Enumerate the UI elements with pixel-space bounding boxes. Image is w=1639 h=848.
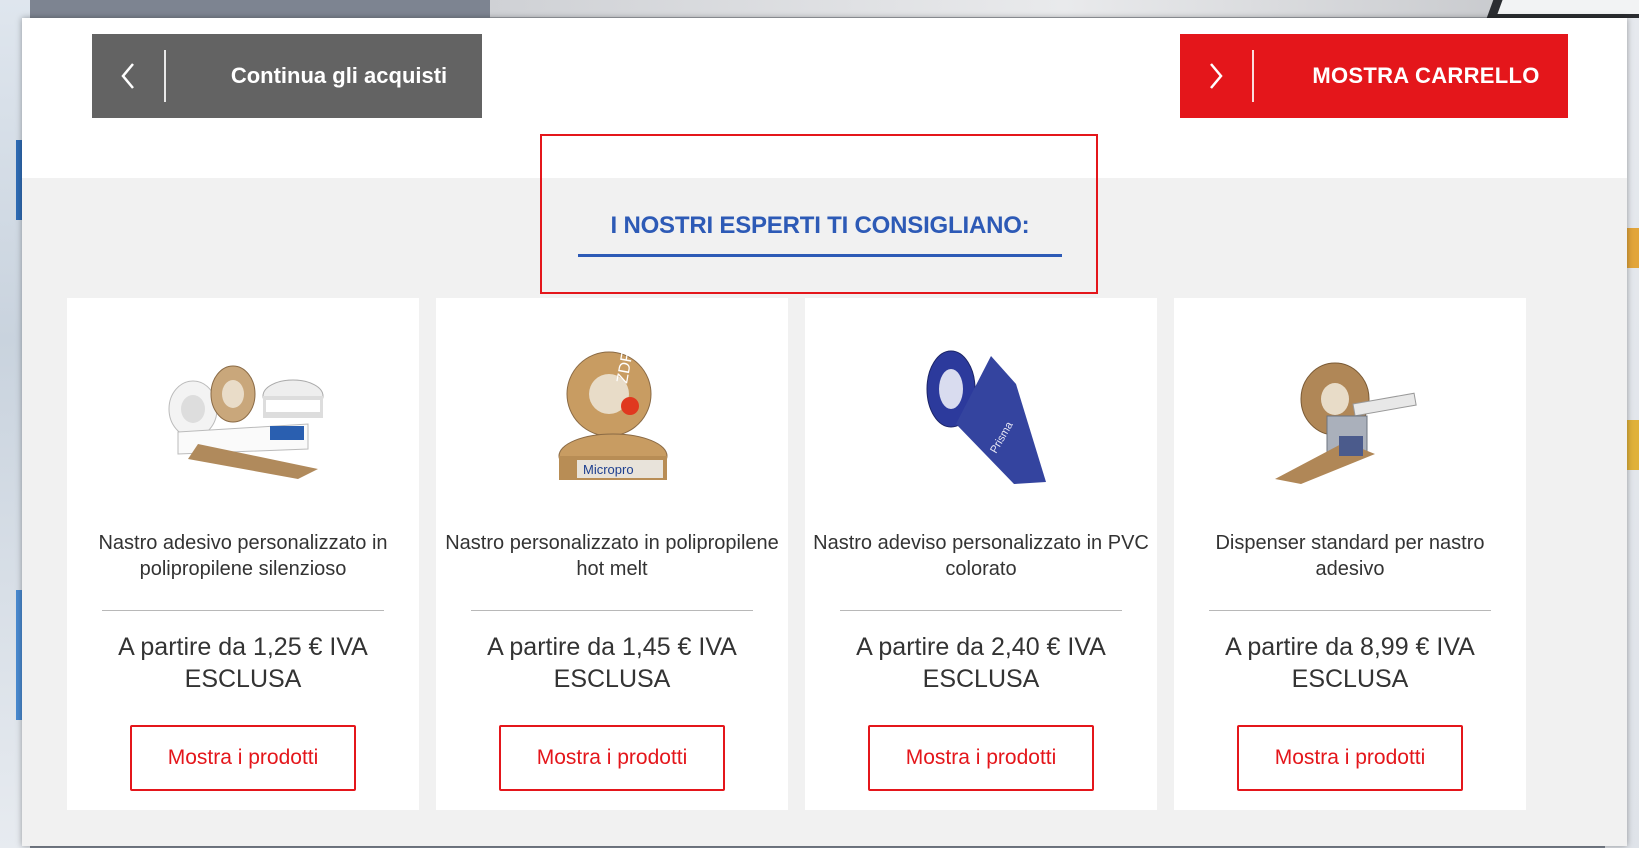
recommendations-section: I NOSTRI ESPERTI TI CONSIGLIANO: Nastro … (22, 134, 1627, 846)
product-card: Nastro adesivo personalizzato in polipro… (67, 298, 419, 810)
background-device-image (1497, 0, 1639, 14)
product-price: A partire da 1,25 € IVA ESCLUSA (118, 633, 368, 693)
divider (840, 610, 1122, 611)
product-image-printed-tape[interactable] (143, 324, 343, 514)
product-price: A partire da 2,40 € IVA ESCLUSA (856, 633, 1106, 693)
recommendations-title: I NOSTRI ESPERTI TI CONSIGLIANO: (578, 212, 1062, 257)
svg-text:Micropro: Micropro (583, 462, 634, 477)
product-name: Nastro adeviso personalizzato in PVC col… (813, 532, 1149, 580)
add-to-cart-modal: Continua gli acquisti MOSTRA CARRELLO I … (22, 18, 1627, 846)
show-products-button[interactable]: Mostra i prodotti (868, 725, 1094, 791)
product-card: Prisma Nastro adeviso personalizzato in … (805, 298, 1157, 810)
background-banner-image (490, 0, 1639, 18)
product-card: ZDF Micropro Nastro personalizzato in po… (436, 298, 788, 810)
divider (102, 610, 384, 611)
continue-shopping-label: Continua gli acquisti (230, 63, 448, 88)
product-name: Dispenser standard per nastro adesivo (1215, 532, 1485, 580)
show-products-button[interactable]: Mostra i prodotti (1237, 725, 1463, 791)
product-image-brown-tape[interactable]: ZDF Micropro (512, 324, 712, 514)
show-cart-label: MOSTRA CARRELLO (1312, 63, 1540, 88)
chevron-right-icon (1180, 50, 1254, 102)
product-name: Nastro adesivo personalizzato in polipro… (98, 532, 388, 580)
show-products-button[interactable]: Mostra i prodotti (499, 725, 725, 791)
divider (1209, 610, 1491, 611)
show-cart-button[interactable]: MOSTRA CARRELLO (1180, 34, 1568, 118)
product-card: Dispenser standard per nastro adesivo A … (1174, 298, 1526, 810)
product-name: Nastro personalizzato in polipropilene h… (445, 532, 779, 580)
product-price: A partire da 8,99 € IVA ESCLUSA (1225, 633, 1475, 693)
divider (471, 610, 753, 611)
chevron-left-icon (92, 50, 166, 102)
show-products-button[interactable]: Mostra i prodotti (130, 725, 356, 791)
product-list: Nastro adesivo personalizzato in polipro… (67, 298, 1526, 810)
product-image-blue-tape[interactable]: Prisma (881, 324, 1081, 514)
product-price: A partire da 1,45 € IVA ESCLUSA (487, 633, 737, 693)
product-image-tape-dispenser[interactable] (1250, 324, 1450, 514)
continue-shopping-button[interactable]: Continua gli acquisti (92, 34, 482, 118)
